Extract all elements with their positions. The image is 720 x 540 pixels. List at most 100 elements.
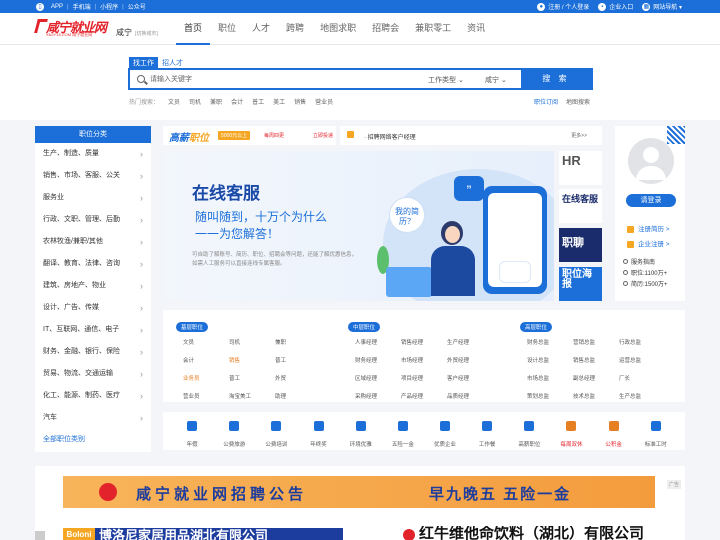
nav-cross-hire[interactable]: 跨聘 bbox=[278, 13, 312, 45]
benefit-item[interactable]: 优质企业 bbox=[427, 412, 463, 450]
job-link[interactable]: 品质经理 bbox=[447, 393, 493, 401]
miniprogram-link[interactable]: 小程序 bbox=[100, 2, 118, 11]
benefit-item[interactable]: 环境优雅 bbox=[343, 412, 379, 450]
benefit-item[interactable]: 年假 bbox=[174, 412, 210, 450]
job-link[interactable]: 产品经理 bbox=[401, 393, 447, 401]
nav-job-fair[interactable]: 招聘会 bbox=[364, 13, 407, 45]
job-link[interactable]: 营销总监 bbox=[573, 339, 619, 347]
job-link[interactable]: 文员 bbox=[183, 339, 229, 347]
job-link[interactable]: 助理 bbox=[275, 393, 321, 401]
job-link[interactable]: 市场总监 bbox=[527, 375, 573, 383]
company-ad-boloni[interactable]: Boloni 博洛尼家居用品湖北有限公司 bbox=[63, 528, 343, 540]
job-link[interactable]: 生产经理 bbox=[447, 339, 493, 347]
job-link[interactable]: 营业员 bbox=[183, 393, 229, 401]
site-logo[interactable]: 咸宁就业网 XNJY15.COM 咸宁就业网 bbox=[34, 17, 112, 39]
map-search-link[interactable]: 地图搜索 bbox=[566, 97, 590, 106]
job-link[interactable]: 财务经理 bbox=[355, 357, 401, 365]
nav-home[interactable]: 首页 bbox=[176, 13, 211, 45]
category-item[interactable]: 农林牧渔/兼职/其他 bbox=[35, 231, 151, 253]
job-link[interactable]: 运营总监 bbox=[619, 357, 665, 365]
job-link[interactable]: 采购经理 bbox=[355, 393, 401, 401]
mobile-link[interactable]: 手机端 bbox=[73, 2, 91, 11]
enterprise-entry-link[interactable]: ▪ 企业入口 bbox=[598, 2, 633, 12]
nav-news[interactable]: 资讯 bbox=[459, 13, 493, 45]
job-link[interactable]: 会计 bbox=[183, 357, 229, 365]
category-item[interactable]: 翻译、教育、法律、咨询 bbox=[35, 253, 151, 275]
company-ad-redbull[interactable]: 红牛维他命饮料（湖北）有限公司 bbox=[403, 526, 675, 540]
wechat-link[interactable]: 公众号 bbox=[128, 2, 146, 11]
hot-keyword[interactable]: 美工 bbox=[273, 97, 285, 106]
job-link[interactable]: 销售 bbox=[229, 357, 275, 365]
search-input[interactable] bbox=[150, 73, 400, 86]
city-select[interactable]: 咸宁 ⌄ bbox=[485, 75, 507, 85]
hot-keyword[interactable]: 文员 bbox=[168, 97, 180, 106]
benefit-item[interactable]: 公费培训 bbox=[258, 412, 294, 450]
hr-ad[interactable]: HR bbox=[559, 151, 602, 185]
search-button[interactable]: 搜 索 bbox=[521, 70, 591, 88]
job-link[interactable]: 厂长 bbox=[619, 375, 665, 383]
nav-map-search[interactable]: 地图求职 bbox=[312, 13, 364, 45]
job-link[interactable]: 区域经理 bbox=[355, 375, 401, 383]
benefit-item[interactable]: 五险一金 bbox=[385, 412, 421, 450]
job-link[interactable]: 销售经理 bbox=[401, 339, 447, 347]
register-resume-link[interactable]: 注册简历 > bbox=[627, 223, 670, 233]
category-item[interactable]: 服务业 bbox=[35, 187, 151, 209]
job-link[interactable]: 淘宝美工 bbox=[229, 393, 275, 401]
job-link[interactable]: 人事经理 bbox=[355, 339, 401, 347]
notice-more-link[interactable]: 更多>> bbox=[571, 132, 587, 139]
notice-item[interactable]: · 招聘网络客户经理 bbox=[364, 132, 416, 141]
register-company-link[interactable]: 企业注册 > bbox=[627, 238, 670, 248]
category-item[interactable]: 设计、广告、传媒 bbox=[35, 297, 151, 319]
category-item[interactable]: 贸易、物流、交通运输 bbox=[35, 363, 151, 385]
job-link[interactable]: 行政总监 bbox=[619, 339, 665, 347]
benefit-item[interactable]: 工作餐 bbox=[469, 412, 505, 450]
category-item[interactable]: 化工、能源、制药、医疗 bbox=[35, 385, 151, 407]
site-nav-link[interactable]: ▦ 网站导航 ▾ bbox=[642, 2, 682, 12]
job-link[interactable]: 市场经理 bbox=[401, 357, 447, 365]
online-service-ad[interactable]: 在线客服 bbox=[559, 189, 602, 223]
benefit-item[interactable]: 年终奖 bbox=[301, 412, 337, 450]
register-login-link[interactable]: ● 注册 / 个人登录 bbox=[537, 2, 589, 12]
job-link[interactable]: 技术总监 bbox=[573, 393, 619, 401]
job-link[interactable]: 财务总监 bbox=[527, 339, 573, 347]
category-item[interactable]: 财务、金融、银行、保险 bbox=[35, 341, 151, 363]
job-link[interactable]: 生产总监 bbox=[619, 393, 665, 401]
high-pay-strip[interactable]: 高薪职位 5000元以上 每周四更 立即投递 bbox=[163, 126, 336, 145]
job-link[interactable]: 外贸经理 bbox=[447, 357, 493, 365]
job-subscribe-link[interactable]: 职位订阅 bbox=[534, 97, 558, 106]
job-link[interactable]: 设计总监 bbox=[527, 357, 573, 365]
job-chat-ad[interactable]: 职聊 bbox=[559, 228, 602, 262]
job-link[interactable]: 业务员 bbox=[183, 375, 229, 383]
category-item[interactable]: 销售、市场、客服、公关 bbox=[35, 165, 151, 187]
job-link[interactable]: 普工 bbox=[275, 357, 321, 365]
benefit-item[interactable]: 公积金 bbox=[596, 412, 632, 450]
all-categories-link[interactable]: 全部职位类别 bbox=[35, 429, 151, 451]
hot-keyword[interactable]: 营业员 bbox=[315, 97, 333, 106]
guide-title[interactable]: 服务指南 bbox=[623, 258, 668, 269]
job-link[interactable]: 司机 bbox=[229, 339, 275, 347]
nav-part-time[interactable]: 兼职零工 bbox=[407, 13, 459, 45]
nav-jobs[interactable]: 职位 bbox=[210, 13, 244, 45]
job-type-select[interactable]: 工作类型 ⌄ bbox=[428, 75, 464, 85]
hot-keyword[interactable]: 销售 bbox=[294, 97, 306, 106]
benefit-item[interactable]: 高薪职位 bbox=[511, 412, 547, 450]
city-switch[interactable]: [切换城市] bbox=[135, 31, 158, 37]
job-link[interactable]: 副总经理 bbox=[573, 375, 619, 383]
job-link[interactable]: 策划总监 bbox=[527, 393, 573, 401]
job-link[interactable]: 项目经理 bbox=[401, 375, 447, 383]
category-item[interactable]: 生产、制造、质量 bbox=[35, 143, 151, 165]
job-poster-ad[interactable]: 职位海报 bbox=[559, 267, 602, 301]
job-link[interactable]: 外贸 bbox=[275, 375, 321, 383]
category-item[interactable]: IT、互联网、通信、电子 bbox=[35, 319, 151, 341]
job-link[interactable]: 销售总监 bbox=[573, 357, 619, 365]
benefit-item[interactable]: 公费旅游 bbox=[216, 412, 252, 450]
category-item[interactable]: 汽车 bbox=[35, 407, 151, 429]
job-link[interactable]: 客户经理 bbox=[447, 375, 493, 383]
online-service-banner[interactable]: 在线客服 随叫随到，十万个为什么 一一为您解答！ 可自助了解账号、简历、职位、招聘… bbox=[163, 151, 554, 301]
job-link[interactable]: 兼职 bbox=[275, 339, 321, 347]
job-link[interactable]: 普工 bbox=[229, 375, 275, 383]
qr-code-icon[interactable] bbox=[667, 126, 685, 144]
recruitment-announcement[interactable]: 咸宁就业网招聘公告 早九晚五 五险一金 bbox=[63, 476, 655, 508]
hot-keyword[interactable]: 会计 bbox=[231, 97, 243, 106]
city-selector[interactable]: 咸宁 [切换城市] bbox=[116, 27, 158, 38]
